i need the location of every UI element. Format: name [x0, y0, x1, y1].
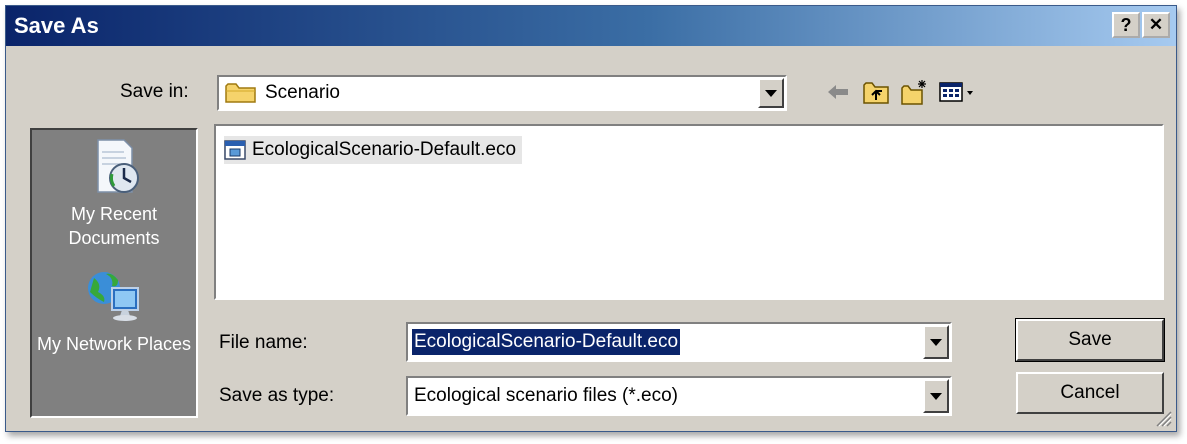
save-as-type-value: Ecological scenario files (*.eco)	[414, 385, 679, 406]
save-in-label: Save in:	[120, 81, 189, 102]
places-item-recent-label: My Recent Documents	[68, 204, 160, 248]
title-bar[interactable]: Save As ? ✕	[6, 6, 1176, 46]
up-one-level-icon[interactable]	[862, 78, 890, 106]
file-list[interactable]: EcologicalScenario-Default.eco	[214, 124, 1164, 300]
resize-grip[interactable]	[1154, 409, 1172, 427]
file-name-dropdown-arrow[interactable]	[923, 325, 949, 359]
file-name-input[interactable]: EcologicalScenario-Default.eco	[406, 322, 952, 362]
file-name-value-wrap: EcologicalScenario-Default.eco	[412, 324, 681, 360]
network-places-icon	[32, 266, 196, 332]
dialog-title: Save As	[14, 13, 99, 38]
help-button[interactable]: ?	[1112, 12, 1140, 38]
new-folder-icon[interactable]	[900, 78, 928, 106]
places-item-recent[interactable]: My Recent Documents	[32, 136, 196, 250]
save-as-type-select[interactable]: Ecological scenario files (*.eco)	[406, 376, 952, 416]
places-item-network[interactable]: My Network Places	[32, 266, 196, 356]
save-in-dropdown-arrow[interactable]	[758, 78, 784, 108]
eco-file-icon	[224, 139, 246, 161]
close-button[interactable]: ✕	[1142, 12, 1170, 38]
places-item-network-label: My Network Places	[36, 334, 192, 354]
file-name-label: File name:	[219, 332, 308, 353]
save-as-dialog: Save As ? ✕ Save in: Scenario My Recent …	[5, 5, 1177, 432]
save-as-type-dropdown-arrow[interactable]	[923, 379, 949, 413]
places-bar: My Recent Documents My Network Places	[30, 128, 198, 418]
views-menu-icon[interactable]	[938, 78, 978, 106]
file-name-text: EcologicalScenario-Default.eco	[252, 139, 517, 160]
folder-icon	[225, 82, 257, 109]
back-icon[interactable]	[824, 78, 852, 106]
file-name-value: EcologicalScenario-Default.eco	[412, 329, 681, 355]
save-in-dropdown[interactable]: Scenario	[217, 75, 787, 111]
save-as-type-label: Save as type:	[219, 385, 335, 406]
save-in-value: Scenario	[265, 82, 340, 103]
list-item[interactable]: EcologicalScenario-Default.eco	[224, 136, 523, 164]
cancel-button[interactable]: Cancel	[1016, 372, 1164, 414]
save-button[interactable]: Save	[1015, 318, 1165, 362]
recent-documents-icon	[32, 136, 196, 202]
